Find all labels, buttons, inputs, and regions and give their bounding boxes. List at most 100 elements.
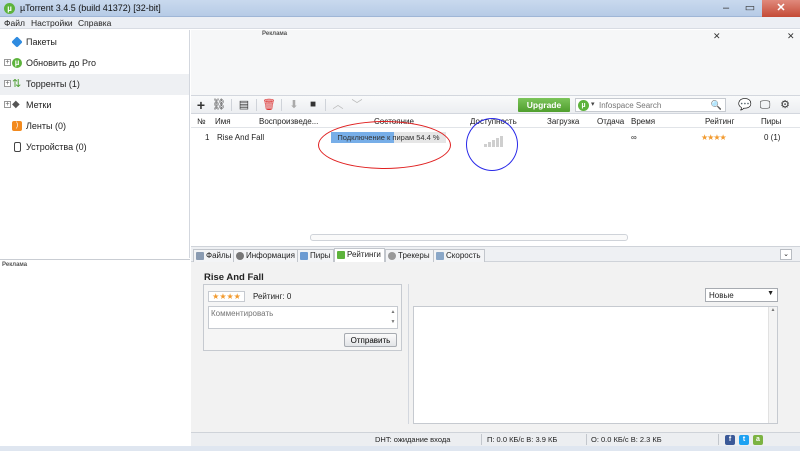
send-button[interactable]: Отправить [344,333,397,347]
tab-files[interactable]: Файлы [193,249,236,262]
status-bar: DHT: ожидание входа П: 0.0 КБ/с В: 3.9 К… [191,432,800,446]
scrollbar-thumb[interactable] [310,234,628,241]
title-bar: µ µTorrent 3.4.5 (build 41372) [32-bit] … [0,0,800,17]
twitter-icon[interactable]: t [739,435,749,445]
row-rating-stars: ★★★★ [701,133,727,142]
column-header-rating[interactable]: Рейтинг [705,117,734,126]
utorrent-logo-icon: µ [4,3,15,14]
android-icon[interactable]: a [753,435,763,445]
sidebar-item-label: Устройства (0) [26,142,87,152]
menu-file[interactable]: Файл [4,18,25,28]
red-annotation-circle [318,121,451,169]
remote-icon[interactable]: 🖵 [758,98,772,112]
menu-settings[interactable]: Настройки [31,18,73,28]
sidebar-item-devices[interactable]: Устройства (0) [0,137,189,158]
sidebar-item-label: Торренты (1) [26,79,80,89]
upload-status: О: 0.0 КБ/с В: 2.3 КБ [591,435,662,444]
add-link-icon[interactable]: ⛓ [212,98,226,112]
create-torrent-icon[interactable]: ▤ [237,98,251,112]
close-window-button[interactable]: ✕ [762,0,800,17]
sort-select-value: Новые [709,291,734,300]
tab-speed[interactable]: Скорость [433,249,485,262]
separator [325,99,326,111]
search-icon[interactable]: 🔍 [711,99,722,111]
column-header-download[interactable]: Загрузка [547,117,579,126]
row-number: 1 [205,133,210,142]
separator [586,434,587,445]
stop-icon[interactable]: ■ [306,98,320,112]
chevron-down-icon: ▼ [767,290,774,297]
tab-info[interactable]: Информация [233,249,299,262]
sidebar-item-upgrade-pro[interactable]: + µ Обновить до Pro [0,53,189,74]
search-input[interactable] [599,100,699,110]
ad-label: Реклама [262,31,288,37]
dht-status: DHT: ожидание входа [375,435,451,444]
row-time: ∞ [631,133,637,142]
comment-scrollbar[interactable]: ▲ ▼ [389,307,397,328]
torrents-icon: ⇅ [12,78,22,90]
window-title: µTorrent 3.4.5 (build 41372) [32-bit] [20,3,161,13]
sidebar-item-bundles[interactable]: Пакеты [0,32,189,53]
ad-label: Реклама [2,262,28,268]
upgrade-button[interactable]: Upgrade [518,98,570,112]
sidebar-item-label: Ленты (0) [26,121,66,131]
sidebar-item-labels[interactable]: + ◆ Метки [0,95,189,116]
expand-icon[interactable]: + [4,80,11,87]
expand-icon[interactable]: + [4,101,11,108]
comments-scrollbar[interactable]: ▲ [768,307,777,423]
tab-peers[interactable]: Пиры [297,249,335,262]
sidebar-item-feeds[interactable]: ) Ленты (0) [0,116,189,137]
sidebar-item-label: Пакеты [26,37,57,47]
menu-bar: Файл Настройки Справка [0,17,800,29]
comments-list[interactable]: ▲ [413,306,778,424]
column-header-upload[interactable]: Отдача [597,117,624,126]
column-header-name[interactable]: Имя [215,117,231,126]
chevron-down-icon[interactable]: ▾ [591,99,595,111]
close-ad-icon[interactable]: ✕ [713,31,721,42]
chat-icon[interactable]: 💬 [738,98,752,112]
menu-help[interactable]: Справка [78,18,111,28]
rating-label: Рейтинг: 0 [253,292,292,301]
minimize-button[interactable]: – [714,0,738,17]
column-header-play[interactable]: Воспроизведе... [259,117,318,126]
column-header-peers[interactable]: Пиры [761,117,781,126]
start-download-icon[interactable]: ⬇ [287,98,301,112]
close-ad-icon[interactable]: ✕ [787,31,795,42]
column-header-time[interactable]: Время [631,117,655,126]
window-bottom-edge [0,446,800,451]
expand-icon[interactable]: + [4,59,11,66]
sort-select[interactable]: Новые ▼ [705,288,778,302]
details-tabs: Файлы Информация Пиры Рейтинги Трекеры С… [191,246,800,263]
tab-trackers[interactable]: Трекеры [385,249,434,262]
tab-ratings[interactable]: Рейтинги [334,248,385,263]
rating-stars-input[interactable]: ★★★★ [208,291,245,302]
comment-input[interactable] [208,306,398,329]
separator [718,434,719,445]
separator [481,434,482,445]
sidebar-ad[interactable]: Реклама [0,259,190,451]
blue-annotation-circle [466,118,518,171]
gear-icon[interactable]: ⚙ [778,98,792,112]
row-name: Rise And Fall [217,133,265,142]
maximize-button[interactable]: ▭ [738,0,762,17]
sidebar-item-torrents[interactable]: + ⇅ Торренты (1) [0,74,189,95]
toolbar: + ⛓ ▤ 🗑 ⬇ ■ ︿ ﹀ Upgrade µ ▾ 🔍 💬 🖵 ⚙ [191,96,800,114]
rating-box: ★★★★ Рейтинг: 0 ▲▼ Отправить [203,284,402,351]
rss-icon: ) [12,121,22,131]
download-status: П: 0.0 КБ/с В: 3.9 КБ [487,435,558,444]
top-ad-banner[interactable]: Реклама ✕ ✕ [191,30,800,96]
separator [281,99,282,111]
add-torrent-icon[interactable]: + [194,98,208,112]
facebook-icon[interactable]: f [725,435,735,445]
panel-divider[interactable] [408,284,409,424]
column-header-number[interactable]: № [197,117,206,126]
collapse-panel-button[interactable]: ⌄ [780,249,792,260]
move-down-icon[interactable]: ﹀ [350,98,364,112]
search-provider-icon[interactable]: µ [578,100,589,111]
sidebar: Пакеты + µ Обновить до Pro + ⇅ Торренты … [0,30,190,258]
device-icon [14,142,21,152]
delete-icon[interactable]: 🗑 [262,98,276,112]
move-up-icon[interactable]: ︿ [331,98,345,112]
sidebar-item-label: Обновить до Pro [26,58,97,68]
separator [256,99,257,111]
